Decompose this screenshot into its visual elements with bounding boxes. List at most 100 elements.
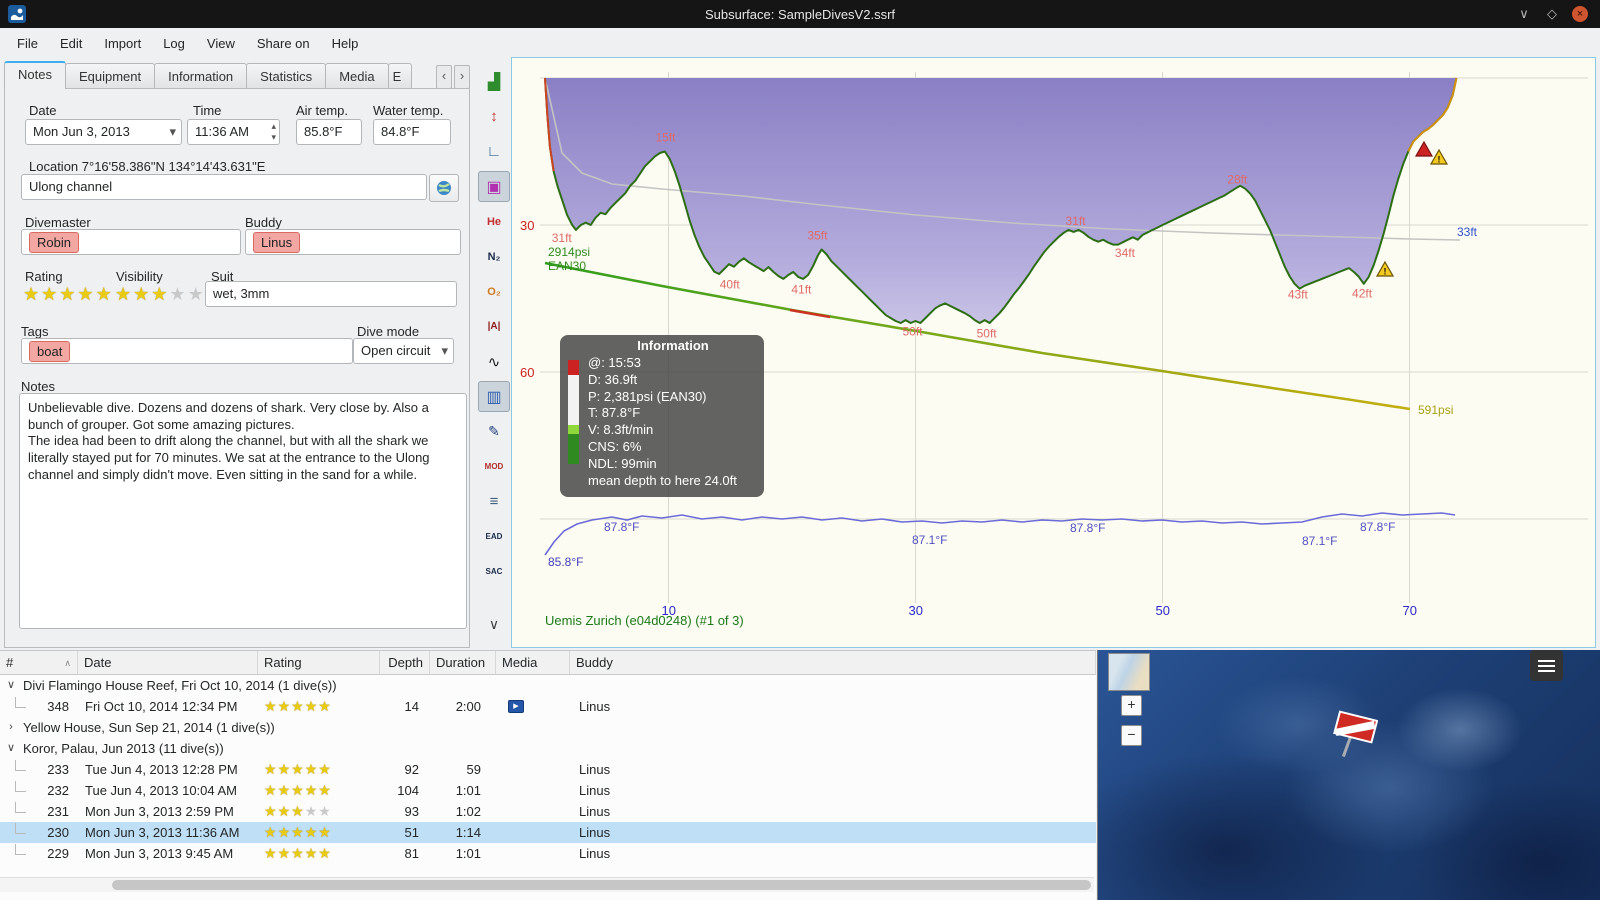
star-4[interactable]: ★ — [77, 284, 95, 304]
minimize-icon[interactable]: ∨ — [1516, 6, 1532, 22]
star-4[interactable]: ★ — [305, 761, 319, 777]
star-1[interactable]: ★ — [264, 845, 278, 861]
menu-file[interactable]: File — [6, 32, 49, 55]
minimap-overlay[interactable] — [1108, 653, 1150, 691]
star-2[interactable]: ★ — [278, 803, 292, 819]
ead-icon[interactable]: EAD — [478, 521, 510, 552]
maximize-icon[interactable]: ◇ — [1544, 6, 1560, 22]
heartrate-icon[interactable]: ∿ — [478, 346, 510, 377]
ruler-icon[interactable]: ∟ — [478, 136, 510, 167]
dive-row-231[interactable]: 231 Mon Jun 3, 2013 2:59 PM ★★★★★ 93 1:02 Lin… — [0, 801, 1096, 822]
star-5[interactable]: ★ — [96, 284, 114, 304]
tissue-icon[interactable]: ≡ — [478, 486, 510, 517]
n2-icon[interactable]: N₂ — [478, 241, 510, 272]
menu-help[interactable]: Help — [321, 32, 370, 55]
trip-row[interactable]: ∨ Koror, Palau, Jun 2013 (11 dive(s)) — [0, 738, 1096, 759]
tag-boat[interactable]: boat — [29, 341, 71, 362]
scrollbar-handle[interactable] — [112, 880, 1091, 890]
profile-tooltip[interactable]: Information @: 15:53 D: 36.9ft P: 2,381psi… — [560, 335, 764, 498]
tab-notes[interactable]: Notes — [4, 61, 66, 89]
menu-import[interactable]: Import — [93, 32, 152, 55]
star-3[interactable]: ★ — [151, 284, 169, 304]
star-2[interactable]: ★ — [278, 824, 292, 840]
dive-site-marker[interactable] — [1324, 708, 1379, 769]
star-3[interactable]: ★ — [291, 698, 305, 714]
star-2[interactable]: ★ — [278, 782, 292, 798]
star-3[interactable]: ★ — [291, 803, 305, 819]
he-icon[interactable]: He — [478, 206, 510, 237]
collapse-icon[interactable]: ∨ — [6, 675, 16, 696]
globe-button[interactable] — [429, 174, 459, 202]
star-2[interactable]: ★ — [41, 284, 59, 304]
star-4[interactable]: ★ — [305, 824, 319, 840]
tab-statistics[interactable]: Statistics — [246, 63, 327, 89]
tags-input[interactable]: boat — [21, 338, 353, 364]
divemaster-input[interactable]: Robin — [21, 229, 241, 255]
tank-pressure-icon[interactable]: ▥ — [478, 381, 510, 412]
tab-scroll-left[interactable]: ‹ — [436, 65, 452, 89]
close-icon[interactable]: × — [1572, 6, 1588, 22]
tab-scroll-right[interactable]: › — [454, 65, 470, 89]
star-3[interactable]: ★ — [291, 782, 305, 798]
dive-row-229[interactable]: 229 Mon Jun 3, 2013 9:45 AM ★★★★★ 81 1:01 Lin… — [0, 843, 1096, 864]
star-2[interactable]: ★ — [278, 845, 292, 861]
dc-ceiling-icon[interactable]: ↕ — [478, 101, 510, 132]
trip-row[interactable]: ∨ Divi Flamingo House Reef, Fri Oct 10, 2… — [0, 675, 1096, 696]
dive-row-232[interactable]: 232 Tue Jun 4, 2013 10:04 AM ★★★★★ 104 1:01 L… — [0, 780, 1096, 801]
star-1[interactable]: ★ — [23, 284, 41, 304]
star-1[interactable]: ★ — [264, 698, 278, 714]
zoom-out-button[interactable]: − — [1121, 725, 1142, 746]
dive-profile[interactable]: 10 30 50 70 30 60 33ft 2914psi EAN30 591psi 31ft 15… — [511, 57, 1596, 648]
tab-equipment[interactable]: Equipment — [64, 63, 156, 89]
ceiling-icon[interactable]: ▟ — [478, 66, 510, 97]
watertemp-field[interactable]: 84.8°F — [373, 119, 451, 145]
divemode-select[interactable]: Open circuit ▾ — [353, 338, 454, 364]
map-panel[interactable]: + − — [1097, 650, 1600, 900]
zoom-in-button[interactable]: + — [1121, 695, 1142, 716]
visibility-stars[interactable]: ★★★★★ — [115, 285, 206, 303]
expand-icon[interactable]: › — [6, 717, 16, 738]
dive-row-348[interactable]: 348 Fri Oct 10, 2014 12:34 PM ★★★★★ 14 2:00 ▶… — [0, 696, 1096, 717]
collapse-icon[interactable]: ∨ — [6, 738, 16, 759]
column-header-media[interactable]: Media — [496, 651, 570, 674]
star-3[interactable]: ★ — [291, 761, 305, 777]
time-input[interactable]: 11:36 AM ▴ ▾ — [187, 119, 280, 145]
column-header-rating[interactable]: Rating — [258, 651, 380, 674]
star-4[interactable]: ★ — [305, 845, 319, 861]
location-input[interactable]: Ulong channel — [21, 174, 427, 200]
star-2[interactable]: ★ — [278, 698, 292, 714]
rating-stars[interactable]: ★★★★★ — [23, 285, 114, 303]
star-4[interactable]: ★ — [305, 698, 319, 714]
o2-icon[interactable]: O₂ — [478, 276, 510, 307]
buddy-tag[interactable]: Linus — [253, 232, 301, 253]
tab-media[interactable]: Media — [325, 63, 389, 89]
trip-row[interactable]: › Yellow House, Sun Sep 21, 2014 (1 dive(… — [0, 717, 1096, 738]
menu-log[interactable]: Log — [152, 32, 196, 55]
ink-icon[interactable]: ✎ — [478, 416, 510, 447]
star-3[interactable]: ★ — [291, 845, 305, 861]
horizontal-scrollbar[interactable] — [0, 877, 1094, 892]
column-header-buddy[interactable]: Buddy — [570, 651, 1096, 674]
date-select[interactable]: Mon Jun 3, 2013 ▾ — [25, 119, 182, 145]
star-1[interactable]: ★ — [264, 824, 278, 840]
star-5[interactable]: ★ — [318, 698, 332, 714]
star-3[interactable]: ★ — [291, 824, 305, 840]
star-1[interactable]: ★ — [264, 803, 278, 819]
star-1[interactable]: ★ — [264, 782, 278, 798]
mod-icon[interactable]: MOD — [478, 451, 510, 482]
menu-view[interactable]: View — [196, 32, 246, 55]
sac-icon[interactable]: SAC — [478, 556, 510, 587]
suit-input[interactable]: wet, 3mm — [205, 281, 457, 307]
star-5[interactable]: ★ — [318, 845, 332, 861]
column-header-date[interactable]: Date — [78, 651, 258, 674]
star-4[interactable]: ★ — [169, 284, 187, 304]
labels-icon[interactable]: |A| — [478, 311, 510, 342]
star-5[interactable]: ★ — [318, 782, 332, 798]
star-4[interactable]: ★ — [305, 803, 319, 819]
star-5[interactable]: ★ — [188, 284, 206, 304]
column-header-duration[interactable]: Duration — [430, 651, 496, 674]
notes-textarea[interactable]: Unbelievable dive. Dozens and dozens of … — [19, 393, 467, 629]
menu-edit[interactable]: Edit — [49, 32, 93, 55]
star-2[interactable]: ★ — [133, 284, 151, 304]
media-icon[interactable]: ▶ — [508, 700, 524, 713]
